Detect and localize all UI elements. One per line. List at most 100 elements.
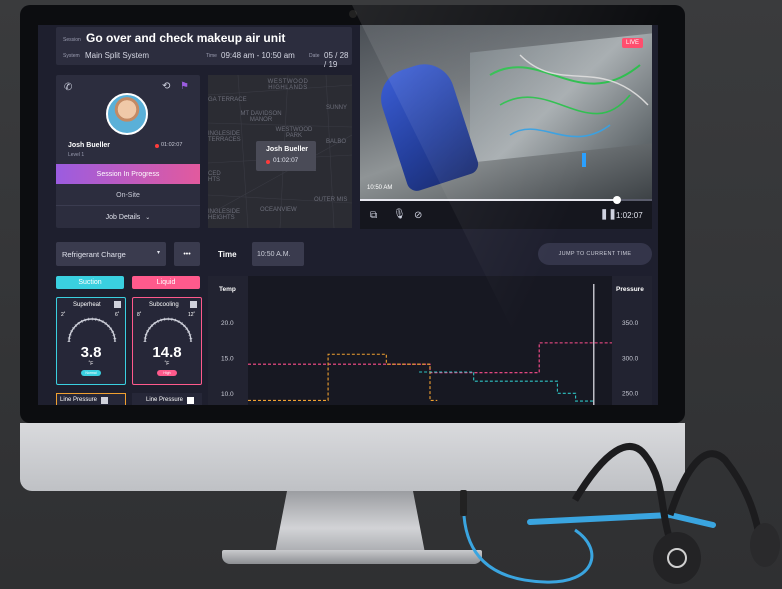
video-progress-handle[interactable] [612, 196, 621, 204]
video-overlay-time: 10:50 AM [367, 185, 393, 191]
left-axis-tick: 10.0 [221, 391, 234, 398]
series-line-1 [248, 353, 438, 401]
wires [489, 54, 649, 167]
phone-icon[interactable]: ✆ [64, 83, 72, 93]
subcooling-dial [143, 317, 193, 343]
temperature-pressure-chart[interactable]: 20.015.010.0350.0300.0250.0200.0150.0 [208, 276, 652, 405]
flag-icon[interactable]: ⚑ [180, 82, 189, 92]
map-label: WESTWOOD PARK [275, 127, 313, 139]
monitor-stand [275, 491, 425, 553]
tab-suction[interactable]: Suction [56, 276, 124, 289]
superheat-label: Superheat [73, 302, 101, 308]
time-selector-input[interactable]: 10:50 A.M. [252, 242, 304, 266]
right-axis-tick: 250.0 [622, 391, 639, 398]
cable [462, 515, 594, 584]
video-panel[interactable]: LIVE 10:50 AM ⧉ 🎙 ⊘ ❚❚ 1:02:07 [360, 25, 652, 229]
session-label: Session [63, 37, 81, 43]
user-card: ✆ ⟲ ⚑ Josh Bueller Level 1 01:02:07 Sess… [56, 75, 200, 228]
subcooling-gauge: Subcooling 8˚ 12˚ 14.8 ˚F High [132, 297, 202, 385]
map-label: CED HTS [208, 171, 221, 183]
tab-liquid[interactable]: Liquid [132, 276, 200, 289]
picture-in-picture-icon[interactable]: ⧉ [370, 211, 377, 221]
map-popup-time: 01:02:07 [273, 157, 299, 164]
cable-connector [460, 490, 467, 516]
history-icon[interactable]: ⟲ [162, 82, 170, 92]
video-progress-fill [360, 199, 617, 201]
session-title: Go over and check makeup air unit [86, 31, 286, 45]
map-label: INGLESIDE HEIGHTS [208, 209, 241, 221]
video-feed [360, 25, 652, 199]
headband [527, 511, 716, 528]
app-screen: Session Go over and check makeup air uni… [38, 25, 658, 405]
metric-dropdown[interactable]: Refrigerant Charge ▾ [56, 242, 166, 266]
live-badge: LIVE [622, 38, 644, 48]
video-progress-track[interactable] [360, 199, 652, 201]
superheat-unit: ˚F [88, 361, 94, 367]
metric-dropdown-value: Refrigerant Charge [62, 249, 126, 259]
ear-hook [571, 442, 674, 542]
left-axis-tick: 15.0 [221, 356, 234, 363]
left-axis-tick: 20.0 [221, 320, 234, 327]
webcam [349, 10, 357, 18]
dropdown-caret-icon: ▾ [156, 250, 160, 256]
system-value: Main Split System [85, 51, 150, 60]
system-label: System [63, 53, 80, 59]
subcooling-unit: ˚F [164, 361, 170, 367]
map-label: INGLESIDE TERRACES [208, 131, 241, 143]
right-axis-tick: 350.0 [622, 320, 639, 327]
date-value: 05 / 28 / 19 [324, 51, 349, 69]
line-pressure-label: Line Pressure [146, 397, 184, 403]
time-value: 09:48 am - 10:50 am [221, 51, 295, 60]
camera-off-icon[interactable]: ⊘ [414, 211, 422, 221]
map-view[interactable]: WESTWOOD HIGHLANDS GA TERRACE SUNNY MT D… [208, 75, 352, 228]
line-pressure-checkbox[interactable] [187, 396, 195, 404]
pause-icon[interactable]: ❚❚ [600, 210, 617, 220]
user-level: Level 1 [68, 152, 85, 158]
job-details-button[interactable]: Job Details ⌄ [56, 207, 200, 227]
user-name: Josh Bueller [68, 142, 111, 149]
user-timer: 01:02:07 [161, 142, 183, 148]
avatar [106, 93, 148, 135]
superheat-checkbox[interactable] [114, 301, 121, 308]
transducer-right [750, 523, 780, 567]
subcooling-checkbox[interactable] [190, 301, 197, 308]
subcooling-status-badge: High [157, 370, 177, 376]
transducer-left [653, 532, 701, 584]
subcooling-value: 14.8 [152, 344, 182, 361]
map-label: WESTWOOD HIGHLANDS [267, 79, 309, 91]
recording-dot-icon [266, 160, 270, 164]
time-label: Time [206, 53, 217, 59]
line-pressure-toggle[interactable]: Line Pressure [132, 393, 202, 405]
subcooling-label: Subcooling [149, 302, 179, 308]
right-axis-tick: 300.0 [622, 355, 639, 362]
gloved-hand [373, 56, 481, 194]
video-elapsed-time: 1:02:07 [616, 211, 643, 220]
job-details-label: Job Details [105, 213, 141, 221]
date-label: Date [309, 53, 320, 59]
bone-conduction-headphones [460, 442, 780, 584]
map-label: OUTER MIS [314, 197, 348, 203]
map-label: MT DAVIDSON MANOR [240, 111, 282, 123]
recording-dot-icon [155, 144, 159, 148]
superheat-status-badge: Normal [81, 370, 101, 376]
microphone-icon[interactable]: 🎙 [393, 210, 406, 220]
session-status-button[interactable]: Session In Progress [56, 164, 200, 184]
session-header: Session Go over and check makeup air uni… [56, 27, 352, 69]
line-pressure-toggle[interactable]: Line Pressure [56, 393, 126, 405]
map-popup[interactable]: Josh Bueller 01:02:07 [256, 141, 316, 171]
map-label: BALBO [326, 139, 347, 145]
superheat-dial [67, 317, 117, 343]
jump-to-current-time-button[interactable]: JUMP TO CURRENT TIME [538, 243, 652, 265]
map-label: GA TERRACE [208, 97, 247, 103]
location-label: On-Site [56, 186, 200, 206]
monitor-foot [222, 550, 482, 564]
line-pressure-label: Line Pressure [60, 397, 98, 403]
map-label: OCEANVIEW [260, 207, 297, 213]
more-options-button[interactable]: ••• [174, 242, 200, 266]
time-selector-label: Time [218, 250, 237, 259]
line-pressure-checkbox[interactable] [101, 396, 109, 404]
chevron-down-icon: ⌄ [145, 214, 151, 221]
map-popup-name: Josh Bueller [266, 146, 309, 153]
map-label: SUNNY [326, 105, 348, 111]
superheat-value: 3.8 [80, 344, 102, 361]
